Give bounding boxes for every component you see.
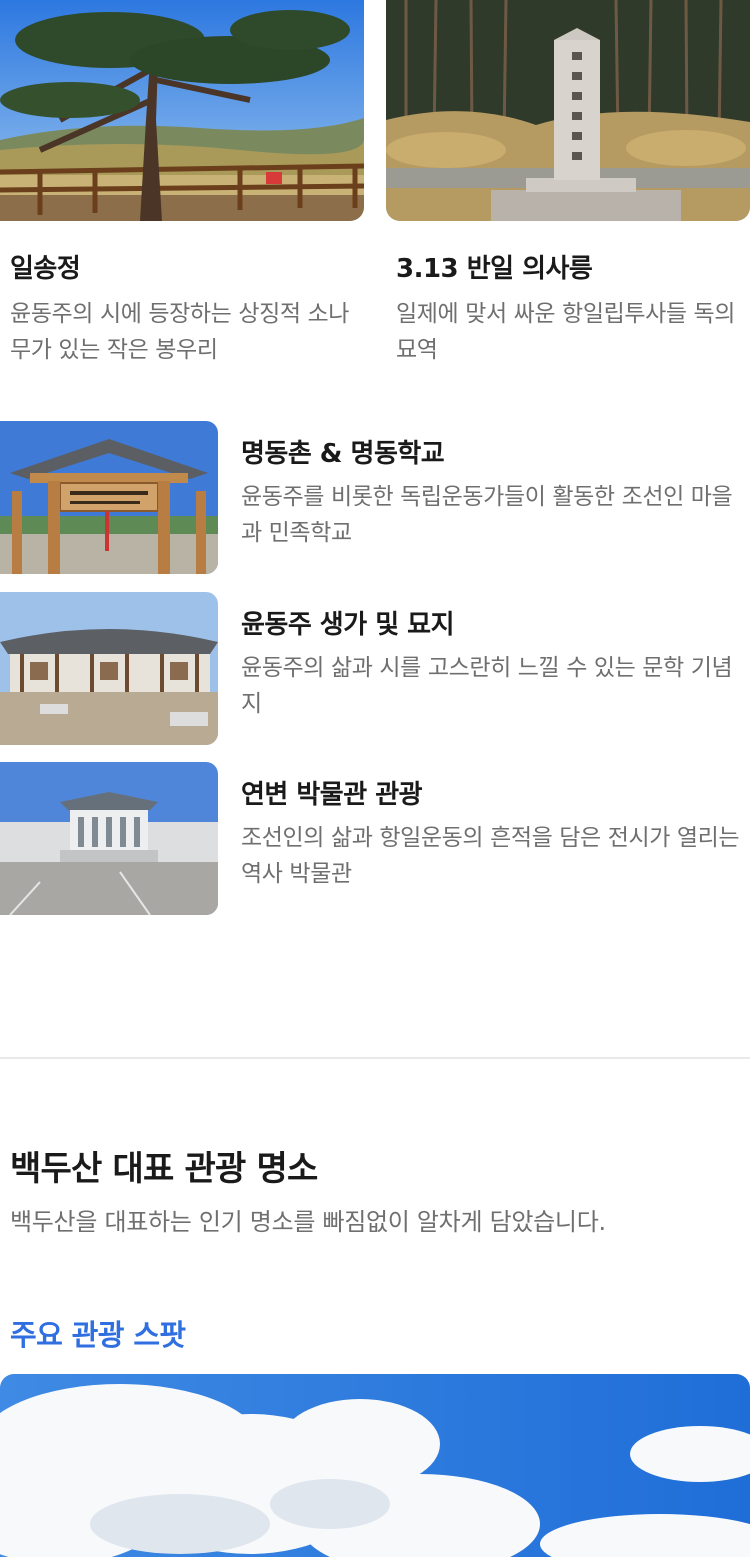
card-description: 일제에 맞서 싸운 항일립투사들 독의 묘역 <box>396 301 736 363</box>
page: 일송정 윤동주의 시에 등장하는 상징적 소나무가 있는 작은 봉우리 3.13… <box>0 0 750 1557</box>
list-item-yundongju-house[interactable]: 윤동주 생가 및 묘지 윤동주의 삶과 시를 고스란히 느낄 수 있는 문학 기… <box>0 592 750 745</box>
section-title: 백두산 대표 관광 명소 <box>10 1149 318 1189</box>
list-item-description: 윤동주를 비롯한 독립운동가들이 활동한 조선인 마을과 민족학교 <box>241 484 733 546</box>
spot-category-label[interactable]: 주요 관광 스팟 <box>10 1312 186 1354</box>
monument-tomb-photo <box>386 0 750 221</box>
list-item-description: 윤동주의 삶과 시를 고스란히 느낄 수 있는 문학 기념지 <box>241 655 733 717</box>
section-divider <box>0 1057 750 1059</box>
top-card-ilsongjeong[interactable]: 일송정 윤동주의 시에 등장하는 상징적 소나무가 있는 작은 봉우리 <box>0 0 364 363</box>
myeongdong-gate-photo <box>0 421 218 574</box>
list-item-myeongdong[interactable]: 명동촌 & 명동학교 윤동주를 비롯한 독립운동가들이 활동한 조선인 마을과 … <box>0 421 750 574</box>
traditional-house-photo <box>0 592 218 745</box>
card-title: 3.13 반일 의사릉 <box>396 254 593 284</box>
sky-clouds-photo[interactable] <box>0 1374 750 1557</box>
card-description: 윤동주의 시에 등장하는 상징적 소나무가 있는 작은 봉우리 <box>10 301 350 363</box>
card-title: 일송정 <box>10 254 81 284</box>
museum-photo <box>0 762 218 915</box>
list-item-title: 명동촌 & 명동학교 <box>241 439 445 469</box>
top-card-grid: 일송정 윤동주의 시에 등장하는 상징적 소나무가 있는 작은 봉우리 3.13… <box>0 0 750 380</box>
top-card-313-tomb[interactable]: 3.13 반일 의사릉 일제에 맞서 싸운 항일립투사들 독의 묘역 <box>386 0 750 363</box>
list-item-title: 윤동주 생가 및 묘지 <box>241 610 455 640</box>
list-item-description: 조선인의 삶과 항일운동의 흔적을 담은 전시가 열리는 역사 박물관 <box>241 825 740 887</box>
section-subtitle: 백두산을 대표하는 인기 명소를 빠짐없이 알차게 담았습니다. <box>10 1208 606 1236</box>
pine-tree-pavilion-photo <box>0 0 364 221</box>
list-item-title: 연변 박물관 관광 <box>241 780 423 810</box>
list-item-yanbian-museum[interactable]: 연변 박물관 관광 조선인의 삶과 항일운동의 흔적을 담은 전시가 열리는 역… <box>0 762 750 915</box>
